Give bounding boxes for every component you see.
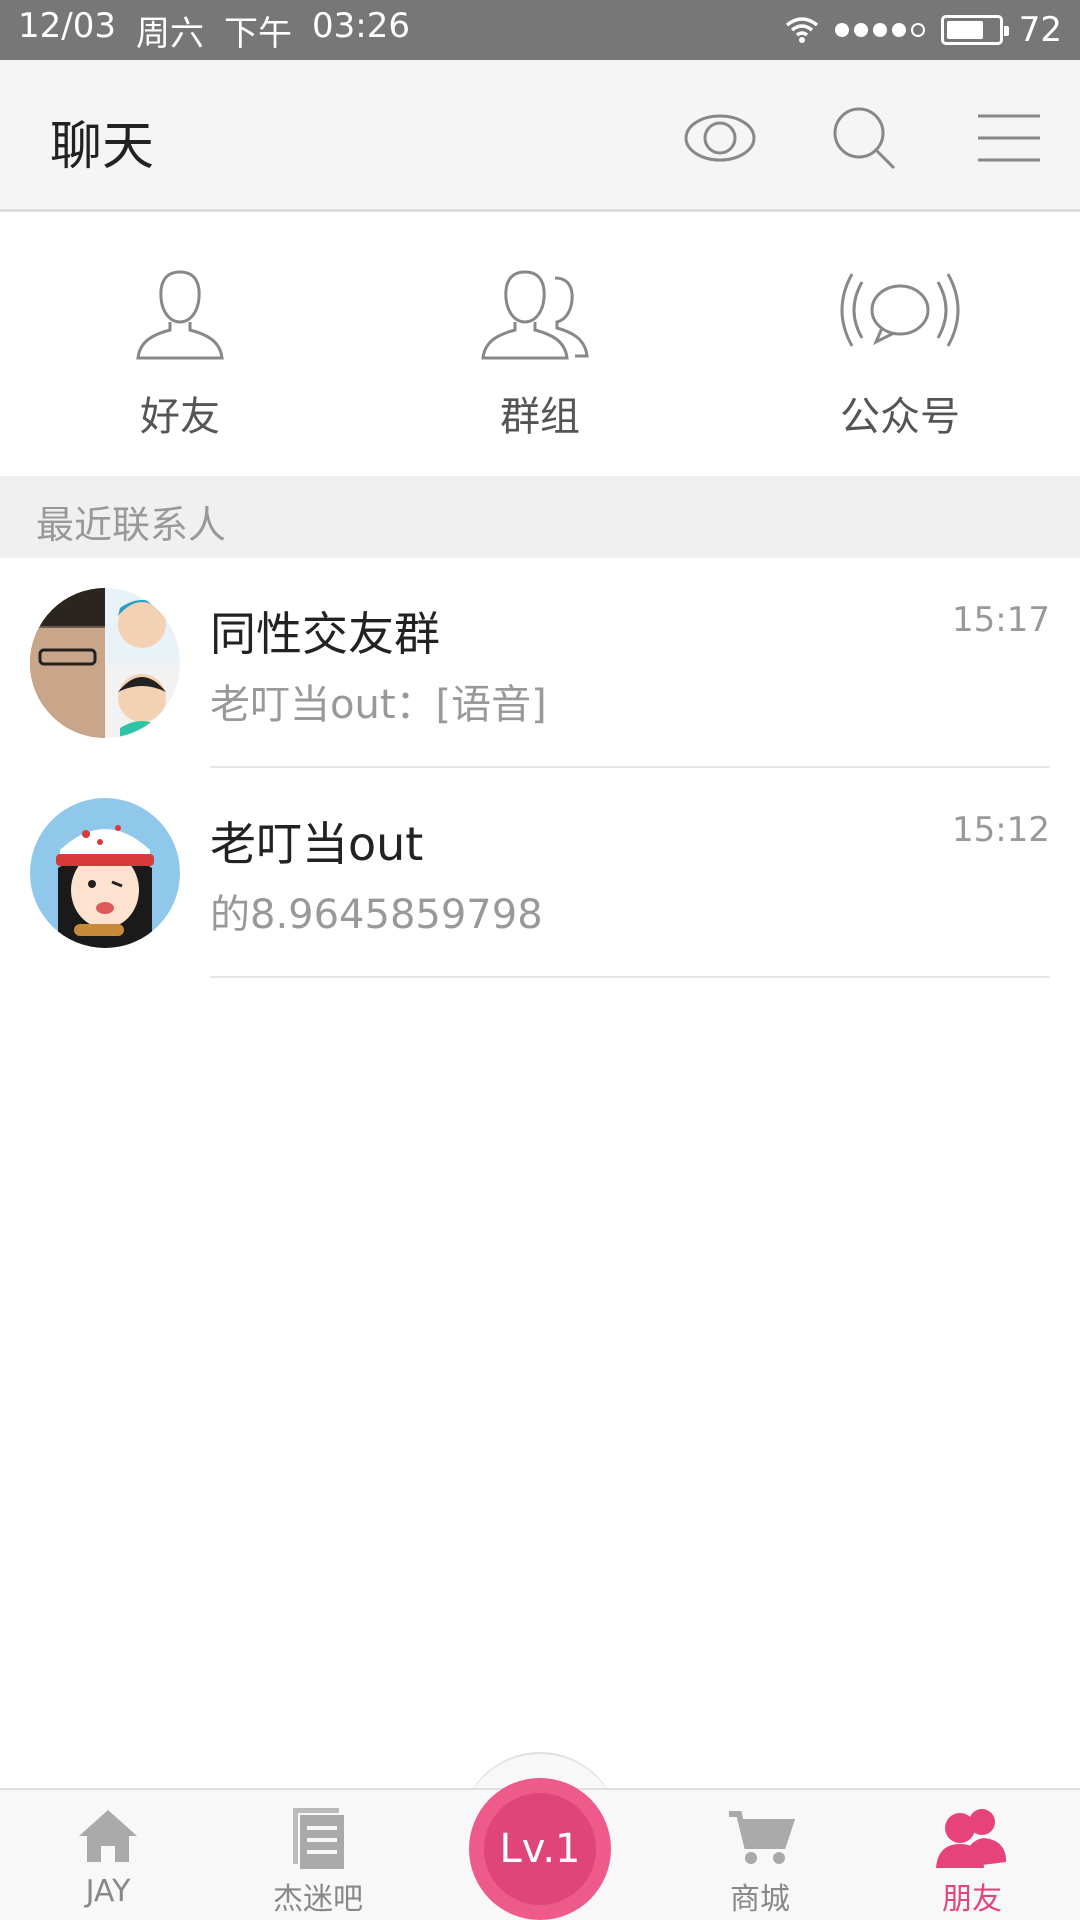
tab-mall[interactable]: 商城	[652, 1790, 868, 1920]
search-icon[interactable]	[826, 100, 902, 176]
menu-icon[interactable]	[970, 100, 1046, 176]
document-icon	[293, 1808, 346, 1870]
tab-label: 朋友	[942, 1882, 1002, 1917]
conversation-item[interactable]: 同性交友群 老叮当out：[语音] 15:17	[0, 558, 1080, 768]
category-groups[interactable]: 群组	[360, 214, 720, 476]
category-label: 公众号	[840, 394, 960, 440]
signal-dot	[853, 23, 868, 37]
conversation-time: 15:12	[952, 810, 1050, 850]
status-date: 12/03	[18, 5, 116, 46]
tab-label: 杰迷吧	[273, 1882, 363, 1917]
status-time: 03:26	[311, 5, 410, 46]
conversation-preview: 的8.9645859798	[210, 892, 543, 938]
signal-dot	[834, 23, 849, 37]
status-period: 下午	[223, 13, 292, 54]
group-avatar	[30, 588, 180, 738]
level-label: Lv.1	[484, 1793, 596, 1905]
group-icon	[481, 270, 589, 360]
divider	[210, 976, 1050, 978]
category-official-accounts[interactable]: 公众号	[720, 214, 1080, 476]
tab-label: JAY	[85, 1874, 131, 1909]
cart-icon	[729, 1811, 795, 1864]
category-label: 好友	[140, 394, 220, 440]
status-weekday: 周六	[135, 13, 204, 54]
conversation-name: 老叮当out	[210, 817, 424, 871]
section-title: 最近联系人	[36, 503, 227, 547]
tab-jaymi-ba[interactable]: 杰迷吧	[210, 1790, 426, 1920]
friends-icon	[936, 1809, 1006, 1868]
app-header: 聊天	[0, 60, 1080, 212]
broadcast-icon	[840, 273, 960, 347]
recent-contacts-header: 最近联系人	[0, 476, 1080, 558]
conversation-time: 15:17	[952, 600, 1050, 640]
signal-dot	[910, 23, 925, 37]
signal-dot	[891, 23, 906, 37]
tab-label: 商城	[730, 1882, 790, 1917]
category-label: 群组	[500, 394, 580, 440]
conversation-name: 同性交友群	[210, 607, 440, 661]
tab-jay[interactable]: JAY	[0, 1790, 216, 1920]
cartoon-avatar	[30, 798, 180, 948]
page-title: 聊天	[50, 117, 155, 177]
eye-icon[interactable]	[682, 100, 758, 176]
home-icon	[79, 1810, 137, 1862]
status-bar: 12/03 周六 下午 03:26 72	[0, 0, 1080, 60]
category-row: 好友 群组 公众号	[0, 214, 1080, 476]
level-button[interactable]: Lv.1	[469, 1778, 611, 1920]
wifi-icon	[785, 17, 818, 43]
conversation-preview: 老叮当out：[语音]	[210, 682, 547, 728]
tab-friends[interactable]: 朋友	[864, 1790, 1080, 1920]
battery-level: 72	[1018, 10, 1062, 50]
signal-dot	[872, 23, 887, 37]
conversation-item[interactable]: 老叮当out 的8.9645859798 15:12	[0, 768, 1080, 978]
battery-icon	[940, 15, 1009, 45]
person-icon	[136, 270, 224, 360]
category-friends[interactable]: 好友	[0, 214, 360, 476]
signal-strength-icon	[834, 23, 925, 37]
